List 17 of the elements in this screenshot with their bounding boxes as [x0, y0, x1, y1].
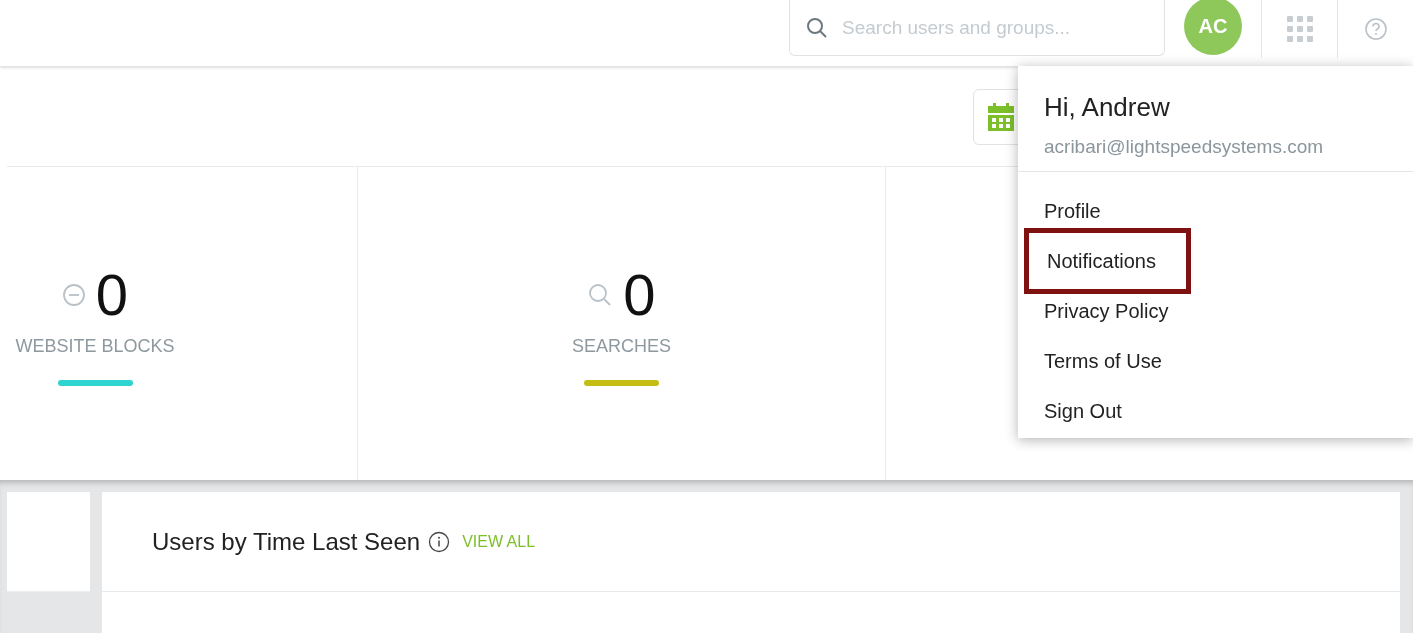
- search-icon: [805, 16, 829, 40]
- info-icon[interactable]: [428, 530, 451, 553]
- panel-title: Users by Time Last Seen: [152, 526, 421, 557]
- greeting-text: Hi, Andrew: [1044, 91, 1171, 124]
- menu-item[interactable]: Notifications: [1024, 228, 1191, 294]
- help-icon[interactable]: [1363, 17, 1388, 41]
- apps-grid-icon[interactable]: [1286, 16, 1313, 42]
- stat-label: SEARCHES: [572, 335, 671, 358]
- email-text: acribari@lightspeedsystems.com: [1044, 135, 1325, 159]
- search-field[interactable]: Search users and groups...: [789, 0, 1165, 56]
- stat-label: WEBSITE BLOCKS: [15, 335, 175, 358]
- menu-item[interactable]: Terms of Use: [1024, 336, 1192, 386]
- calendar-icon: [988, 102, 1014, 131]
- minus-circle-icon: [61, 283, 86, 307]
- stat-value: 0: [623, 263, 656, 327]
- menu-item[interactable]: Sign Out: [1024, 386, 1152, 436]
- stat-value: 0: [95, 263, 129, 327]
